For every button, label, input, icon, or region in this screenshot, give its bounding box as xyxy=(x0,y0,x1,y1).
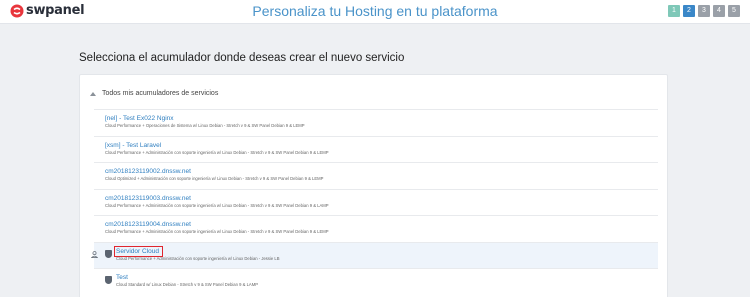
step-5[interactable]: 5 xyxy=(728,5,740,17)
list-item[interactable]: cm2018123119003.dnssw.net Cloud Performa… xyxy=(94,188,658,216)
item-name[interactable]: cm2018123119004.dnssw.net xyxy=(105,221,191,228)
step-indicator: 1 2 3 4 5 xyxy=(668,5,740,17)
user-icon[interactable] xyxy=(91,250,98,258)
selection-highlight xyxy=(114,245,163,257)
list-item-selected[interactable]: Servidor Cloud Cloud Performance + Admin… xyxy=(91,241,658,268)
list-item[interactable]: cm2018123119002.dnssw.net Cloud Optimize… xyxy=(94,162,658,189)
page-heading: Personaliza tu Hosting en tu plataforma xyxy=(252,3,498,19)
list-item[interactable]: [xsm] - Test Laravel Cloud Performance +… xyxy=(94,135,658,163)
section-title: Selecciona el acumulador donde deseas cr… xyxy=(79,52,405,64)
item-description: Cloud Performance + Administración con s… xyxy=(105,149,329,155)
item-description: Cloud Standard w/ Linux Debian - Stretch… xyxy=(116,282,258,287)
list-item[interactable]: Test Cloud Standard w/ Linux Debian - St… xyxy=(94,268,658,295)
shield-icon xyxy=(105,276,112,284)
caret-up-icon[interactable] xyxy=(90,92,96,96)
accumulator-list: [nel] - Test Ex022 Nginx Cloud Performan… xyxy=(91,109,658,295)
step-2[interactable]: 2 xyxy=(683,5,695,17)
item-name[interactable]: [xsm] - Test Laravel xyxy=(105,142,161,149)
step-3[interactable]: 3 xyxy=(698,5,710,17)
item-name[interactable]: cm2018123119003.dnssw.net xyxy=(105,195,191,202)
group-header[interactable]: Todos mis acumuladores de servicios xyxy=(80,75,667,109)
list-item[interactable]: [nel] - Test Ex022 Nginx Cloud Performan… xyxy=(94,109,658,136)
item-name[interactable]: [nel] - Test Ex022 Nginx xyxy=(105,115,174,122)
step-4[interactable]: 4 xyxy=(713,5,725,17)
item-description: Cloud Performance + Administración con s… xyxy=(105,202,329,208)
item-name[interactable]: Test xyxy=(116,274,128,281)
group-label: Todos mis acumuladores de servicios xyxy=(102,90,219,97)
item-description: Cloud Performance + Administración con s… xyxy=(105,229,329,234)
shield-icon xyxy=(105,249,112,258)
list-item[interactable]: cm2018123119004.dnssw.net Cloud Performa… xyxy=(94,215,658,242)
item-name[interactable]: cm2018123119002.dnssw.net xyxy=(105,168,191,175)
accumulator-panel: Todos mis acumuladores de servicios [nel… xyxy=(79,74,668,297)
top-bar: swpanel Personaliza tu Hosting en tu pla… xyxy=(0,0,750,24)
item-description: Cloud Optimized + Administración con sop… xyxy=(105,176,324,181)
step-1[interactable]: 1 xyxy=(668,5,680,17)
item-description: Cloud Performance + Operaciones de Siste… xyxy=(105,123,305,128)
